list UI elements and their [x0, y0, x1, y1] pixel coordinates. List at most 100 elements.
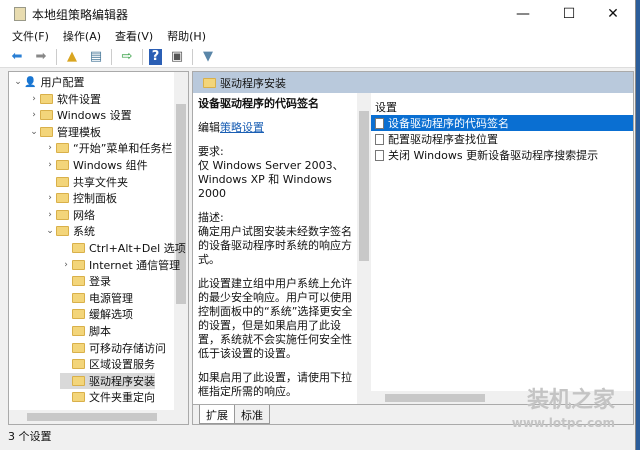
tree-item[interactable]: 脚本 — [60, 323, 111, 339]
tab-extended[interactable]: 扩展 — [199, 405, 235, 424]
app-icon — [14, 7, 26, 21]
tree-item[interactable]: Ctrl+Alt+Del 选项 — [60, 240, 186, 256]
title-bar: 本地组策略编辑器 — ☐ ✕ — [0, 0, 635, 28]
tree-item[interactable]: 驱动程序安装 — [60, 372, 155, 389]
tree-item[interactable]: › “开始”菜单和任务栏 — [44, 140, 172, 156]
tree-item-label: 共享文件夹 — [73, 175, 128, 189]
tree-horizontal-scrollbar[interactable] — [9, 410, 188, 424]
window: 本地组策略编辑器 — ☐ ✕ 文件(F) 操作(A) 查看(V) 帮助(H) ⬅… — [0, 0, 636, 450]
tree-item-label: 系统 — [73, 225, 95, 239]
tree-item[interactable]: 共享文件夹 — [44, 174, 128, 190]
tree-item[interactable]: 登录 — [60, 273, 111, 289]
list-item[interactable]: 设备驱动程序的代码签名 — [371, 115, 633, 131]
chevron-down-icon[interactable]: ⌄ — [28, 127, 40, 137]
tree-item-label: 电源管理 — [89, 291, 133, 305]
separator — [111, 48, 112, 65]
folder-icon — [72, 309, 85, 320]
tree-item[interactable]: ⌄ 管理模板 — [28, 124, 101, 140]
list-item[interactable]: 配置驱动程序查找位置 — [371, 131, 633, 147]
tree-item-label: 脚本 — [89, 325, 111, 338]
tree-item[interactable]: › Internet 通信管理 — [60, 257, 180, 273]
list-item-label: 设备驱动程序的代码签名 — [388, 117, 509, 130]
filter-icon[interactable]: ▼ — [199, 49, 217, 65]
tree-item[interactable]: 文件夹重定向 — [60, 389, 155, 405]
chevron-down-icon[interactable]: ⌄ — [44, 226, 56, 236]
tab-standard[interactable]: 标准 — [234, 405, 270, 424]
tree-item[interactable]: 可移动存储访问 — [60, 340, 166, 356]
tree-item[interactable]: › 网络 — [44, 207, 95, 223]
tree-item-label: 驱动程序安装 — [89, 374, 155, 388]
tree-item-label: 文件夹重定向 — [89, 391, 155, 405]
toolbar: ⬅ ➡ ▲ ▤ ⇨ ? ▣ ▼ — [0, 46, 635, 68]
folder-icon — [56, 193, 69, 204]
policy-icon — [375, 149, 384, 161]
chevron-right-icon[interactable]: › — [44, 193, 56, 203]
menu-file[interactable]: 文件(F) — [12, 28, 49, 46]
tree-item-label: 控制面板 — [73, 192, 117, 206]
tree-item[interactable]: › 控制面板 — [44, 190, 117, 206]
chevron-right-icon[interactable]: › — [28, 94, 40, 104]
edit-policy-link[interactable]: 策略设置 — [220, 121, 264, 134]
tree-item-label: 登录 — [89, 275, 111, 289]
up-folder-icon[interactable]: ▲ — [63, 49, 81, 65]
tree-item[interactable]: › Windows 组件 — [44, 157, 148, 173]
tree-item-label: 缓解选项 — [89, 308, 133, 322]
forward-icon[interactable]: ➡ — [32, 49, 50, 65]
tree-item[interactable]: ⌄ 系统 — [44, 223, 95, 239]
chevron-right-icon[interactable]: › — [44, 210, 56, 220]
tree-item[interactable]: › 软件设置 — [28, 91, 101, 107]
settings-column-header[interactable]: 设置 — [371, 93, 633, 115]
scroll-thumb[interactable] — [359, 111, 369, 261]
separator — [142, 48, 143, 65]
panel-header-title: 驱动程序安装 — [220, 76, 286, 90]
close-button[interactable]: ✕ — [590, 0, 636, 28]
tree-item-label: 区域设置服务 — [89, 358, 155, 372]
requirements-text: 仅 Windows Server 2003、Windows XP 和 Windo… — [198, 159, 344, 200]
scroll-thumb[interactable] — [176, 104, 186, 304]
minimize-button[interactable]: — — [500, 0, 546, 28]
menu-view[interactable]: 查看(V) — [115, 28, 153, 46]
chevron-down-icon[interactable]: ⌄ — [12, 77, 24, 87]
folder-icon — [40, 126, 53, 137]
tree-item[interactable]: 电源管理 — [60, 290, 133, 306]
menu-action[interactable]: 操作(A) — [63, 28, 101, 46]
folder-icon — [40, 110, 53, 121]
tree-item[interactable]: 区域设置服务 — [60, 356, 155, 372]
folder-icon — [72, 375, 85, 386]
list-item[interactable]: 关闭 Windows 更新设备驱动程序搜索提示 — [371, 147, 633, 163]
tree-item[interactable]: 缓解选项 — [60, 306, 133, 322]
policy-icon — [375, 133, 384, 145]
description-paragraph: 如果启用了此设置，请使用下拉框指定所需的响应。 — [198, 371, 352, 398]
panel-header: 驱动程序安装 — [193, 72, 633, 93]
folder-icon — [203, 77, 216, 88]
help-icon[interactable]: ? — [149, 48, 162, 65]
chevron-right-icon[interactable]: › — [44, 160, 56, 170]
tree-item[interactable]: › Windows 设置 — [28, 107, 131, 123]
folder-icon — [72, 243, 85, 253]
details-pane: 驱动程序安装 设备驱动程序的代码签名 编辑策略设置 要求: 仅 Windows S… — [192, 71, 634, 425]
tree-item-label: 管理模板 — [57, 125, 101, 139]
folder-icon — [72, 359, 85, 370]
chevron-right-icon[interactable]: › — [60, 260, 72, 270]
chevron-right-icon[interactable]: › — [44, 143, 56, 153]
maximize-button[interactable]: ☐ — [546, 0, 592, 28]
folder-icon — [72, 342, 85, 353]
menu-help[interactable]: 帮助(H) — [167, 28, 206, 46]
export-list-icon[interactable]: ⇨ — [118, 49, 136, 65]
tree-item-label: Windows 组件 — [73, 159, 148, 172]
menu-bar: 文件(F) 操作(A) 查看(V) 帮助(H) — [0, 28, 635, 46]
tree-item[interactable]: ⌄ 👤 用户配置 — [12, 74, 84, 90]
description-scrollbar[interactable] — [357, 93, 371, 405]
scroll-thumb[interactable] — [27, 413, 157, 421]
back-icon[interactable]: ⬅ — [8, 49, 26, 65]
tree-item-label: 可移动存储访问 — [89, 341, 166, 355]
tree-item-label: “开始”菜单和任务栏 — [73, 142, 173, 156]
separator — [56, 48, 57, 65]
watermark-url: www.lotpc.com — [511, 416, 615, 430]
scroll-thumb[interactable] — [385, 394, 485, 402]
show-hide-tree-icon[interactable]: ▤ — [87, 49, 105, 65]
policy-title: 设备驱动程序的代码签名 — [198, 97, 319, 110]
tree-item-label: Internet 通信管理 — [89, 258, 181, 272]
action-pane-icon[interactable]: ▣ — [168, 49, 186, 65]
chevron-right-icon[interactable]: › — [28, 110, 40, 120]
